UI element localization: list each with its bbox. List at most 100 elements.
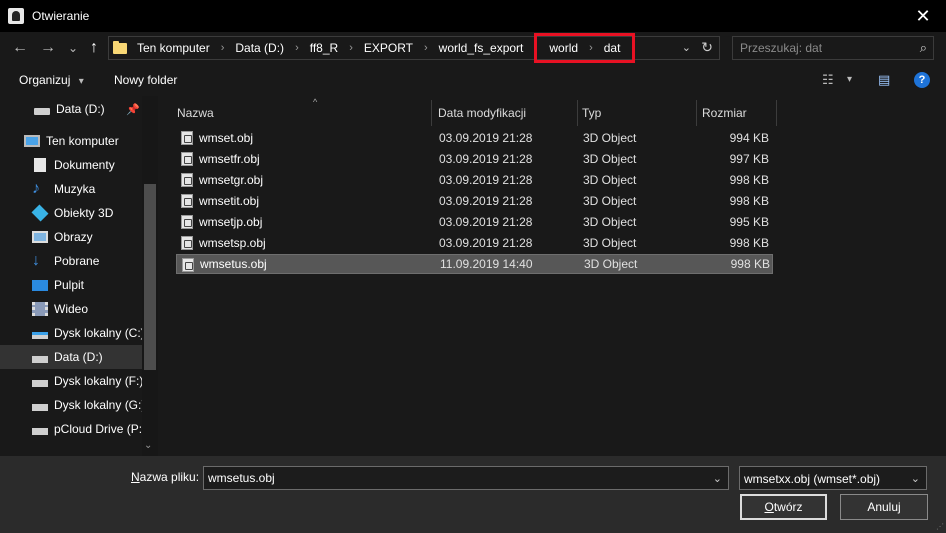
search-input[interactable]: [740, 41, 910, 55]
file-size: 998 KB: [729, 194, 769, 208]
chevron-right-icon[interactable]: ›: [340, 42, 362, 54]
highlight-annotation: world › dat: [534, 33, 636, 63]
sidebar-scroll-thumb[interactable]: [144, 184, 156, 370]
new-folder-button[interactable]: Nowy folder: [114, 73, 177, 87]
breadcrumb-ff8-r[interactable]: ff8_R: [308, 41, 340, 55]
drive-icon: [34, 108, 50, 115]
file-type: 3D Object: [583, 131, 637, 145]
file-name: wmsetjp.obj: [199, 215, 263, 229]
sidebar-item-video[interactable]: Wideo: [0, 297, 142, 321]
chevron-right-icon[interactable]: ›: [415, 42, 437, 54]
app-icon: [8, 8, 24, 24]
column-header-type[interactable]: Typ: [578, 100, 697, 126]
file-size: 997 KB: [729, 152, 769, 166]
sidebar-item-label: Dysk lokalny (G:): [54, 398, 142, 412]
column-header-date[interactable]: Data modyfikacji: [434, 100, 578, 126]
help-icon[interactable]: ?: [914, 72, 930, 88]
address-dropdown-icon[interactable]: ⌄: [682, 41, 691, 54]
table-row-selected[interactable]: wmsetus.obj 11.09.2019 14:40 3D Object 9…: [176, 254, 773, 274]
cancel-button[interactable]: Anuluj: [840, 494, 928, 520]
footer-panel: Nazwa pliku: ⌄ wmsetxx.obj (wmset*.obj) …: [0, 456, 946, 533]
pin-icon[interactable]: 📌: [126, 103, 140, 116]
chevron-right-icon[interactable]: ›: [286, 42, 308, 54]
table-row[interactable]: wmsetgr.obj 03.09.2019 21:28 3D Object 9…: [176, 170, 773, 190]
obj-file-icon: [181, 194, 193, 208]
sidebar-item-drive-d[interactable]: Data (D:): [0, 345, 142, 369]
chevron-right-icon[interactable]: ›: [212, 42, 234, 54]
sidebar-item-drive-g[interactable]: Dysk lokalny (G:): [0, 393, 142, 417]
sidebar-item-desktop[interactable]: Pulpit: [0, 273, 142, 297]
obj-file-icon: [181, 173, 193, 187]
scroll-down-icon[interactable]: ⌄: [144, 440, 152, 451]
caret-down-icon: ▾: [78, 76, 84, 87]
breadcrumb-world[interactable]: world: [547, 41, 580, 55]
breadcrumb-this-pc[interactable]: Ten komputer: [135, 41, 212, 55]
sidebar-item-drive-c[interactable]: Dysk lokalny (C:): [0, 321, 142, 345]
sidebar-item-data-d-quick[interactable]: Data (D:) 📌: [0, 97, 142, 121]
recent-locations-button[interactable]: ⌄: [66, 38, 80, 58]
table-row[interactable]: wmset.obj 03.09.2019 21:28 3D Object 994…: [176, 128, 773, 148]
filename-field[interactable]: [208, 471, 698, 485]
sidebar-item-label: Muzyka: [54, 182, 96, 196]
filename-combobox[interactable]: ⌄: [203, 466, 729, 490]
music-icon: ♪: [32, 180, 40, 197]
close-button[interactable]: ✕: [900, 0, 946, 32]
address-bar[interactable]: Ten komputer › Data (D:) › ff8_R › EXPOR…: [108, 33, 720, 63]
resize-grip-icon[interactable]: ⋰: [936, 522, 944, 531]
file-type: 3D Object: [583, 236, 637, 250]
sidebar-item-pictures[interactable]: Obrazy: [0, 225, 142, 249]
sidebar-item-downloads[interactable]: ↓ Pobrane: [0, 249, 142, 273]
obj-file-icon: [182, 258, 194, 272]
objects-3d-icon: [31, 204, 49, 222]
filename-label-accesskey: N: [131, 470, 140, 484]
chevron-down-icon[interactable]: ⌄: [911, 472, 920, 485]
breadcrumb-dat[interactable]: dat: [602, 41, 623, 55]
downloads-icon: ↓: [32, 252, 40, 269]
table-row[interactable]: wmsetjp.obj 03.09.2019 21:28 3D Object 9…: [176, 212, 773, 232]
folder-icon: [113, 40, 127, 54]
view-caret-icon[interactable]: ▾: [847, 74, 852, 85]
table-row[interactable]: wmsetfr.obj 03.09.2019 21:28 3D Object 9…: [176, 149, 773, 169]
table-row[interactable]: wmsetit.obj 03.09.2019 21:28 3D Object 9…: [176, 191, 773, 211]
file-modified: 03.09.2019 21:28: [439, 173, 533, 187]
sidebar-item-documents[interactable]: Dokumenty: [0, 153, 142, 177]
view-options-icon[interactable]: ☷: [822, 72, 834, 88]
breadcrumb-data-d[interactable]: Data (D:): [233, 41, 286, 55]
sidebar-item-music[interactable]: ♪ Muzyka: [0, 177, 142, 201]
sidebar-item-pcloud[interactable]: pCloud Drive (P:): [0, 417, 142, 441]
chevron-right-icon[interactable]: ›: [580, 42, 602, 54]
refresh-icon[interactable]: ↻: [701, 39, 713, 56]
file-size: 995 KB: [729, 215, 769, 229]
computer-icon: [24, 135, 40, 147]
file-type: 3D Object: [584, 257, 638, 271]
preview-pane-icon[interactable]: ▤: [878, 72, 890, 88]
organize-button[interactable]: Organizuj ▾: [19, 73, 84, 87]
sidebar-item-drive-f[interactable]: Dysk lokalny (F:): [0, 369, 142, 393]
forward-button[interactable]: →: [38, 38, 58, 58]
search-box[interactable]: ⌕: [732, 36, 934, 60]
breadcrumb-world-fs-export[interactable]: world_fs_export: [437, 41, 526, 55]
file-name: wmsetus.obj: [200, 257, 267, 271]
sidebar-item-this-pc[interactable]: Ten komputer: [0, 129, 142, 153]
back-button[interactable]: ←: [10, 38, 30, 58]
sidebar-item-3d-objects[interactable]: Obiekty 3D: [0, 201, 142, 225]
search-icon[interactable]: ⌕: [920, 40, 927, 56]
file-type: 3D Object: [583, 152, 637, 166]
column-header-name[interactable]: Nazwa ^: [173, 97, 432, 126]
file-type-filter[interactable]: wmsetxx.obj (wmset*.obj) ⌄: [739, 466, 927, 490]
table-row[interactable]: wmsetsp.obj 03.09.2019 21:28 3D Object 9…: [176, 233, 773, 253]
open-button[interactable]: Otwórz: [740, 494, 827, 520]
navigation-pane: Data (D:) 📌 Ten komputer Dokumenty ♪ Muz…: [0, 96, 158, 456]
breadcrumb-export[interactable]: EXPORT: [362, 41, 415, 55]
obj-file-icon: [181, 215, 193, 229]
file-modified: 03.09.2019 21:28: [439, 194, 533, 208]
file-list: Nazwa ^ Data modyfikacji Typ Rozmiar wms…: [158, 96, 946, 456]
file-size: 998 KB: [730, 257, 770, 271]
title-bar: Otwieranie ✕: [0, 0, 946, 32]
window-title: Otwieranie: [32, 9, 90, 23]
column-header-size[interactable]: Rozmiar: [698, 100, 777, 126]
chevron-down-icon[interactable]: ⌄: [713, 472, 722, 485]
up-button[interactable]: ↑: [84, 38, 104, 58]
sidebar-item-label: Pulpit: [54, 278, 85, 292]
filename-label-text: azwa pliku:: [139, 470, 200, 484]
